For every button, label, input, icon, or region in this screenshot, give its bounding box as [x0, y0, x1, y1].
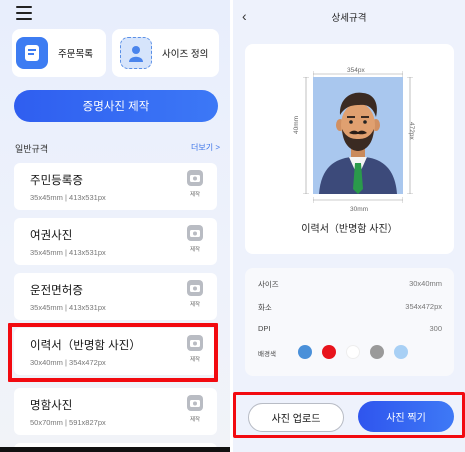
take-photo-button[interactable]: 사진 찍기: [358, 401, 454, 432]
height-px-label: 472px: [408, 122, 415, 140]
spec-table: 사이즈 30x40mm 화소 354x472px DPI 300 배경색: [245, 268, 454, 376]
bg-swatch-light-blue[interactable]: [394, 345, 408, 359]
size-define-label: 사이즈 정의: [162, 49, 209, 60]
spec-card-drivers-license[interactable]: 운전면허증 35x45mm | 413x531px 제작: [14, 273, 217, 320]
photo-preview-card: 354px 40mm 472px 30mm 이력서（반명함 사진）: [245, 44, 454, 254]
width-mm-label: 30mm: [350, 206, 369, 213]
card-spec: 30x40mm | 354x472px: [30, 358, 106, 367]
portrait-photo: [313, 77, 403, 194]
order-list-label: 주문목록: [58, 49, 93, 60]
upload-photo-button[interactable]: 사진 업로드: [248, 403, 344, 432]
bg-swatch-blue[interactable]: [298, 345, 312, 359]
card-name: 운전면허증: [30, 285, 83, 297]
card-spec: 35x45mm | 413x531px: [30, 303, 106, 312]
spec-value-dpi: 300: [429, 324, 442, 333]
more-link[interactable]: 더보기 >: [191, 142, 220, 153]
size-define-icon: [120, 37, 152, 69]
camera-icon[interactable]: [187, 280, 203, 296]
spec-list-screen: 주문목록 사이즈 정의 증명사진 제작 일반규격 더보기 > 주민등록증 35x…: [0, 0, 230, 452]
bottom-bar: [0, 447, 230, 452]
make-label: 제작: [189, 192, 201, 198]
height-mm-line: [303, 77, 309, 194]
make-label: 제작: [189, 302, 201, 308]
card-spec: 35x45mm | 413x531px: [30, 193, 106, 202]
camera-icon[interactable]: [187, 395, 203, 411]
bg-color-label: 배경색: [258, 351, 276, 358]
card-name: 여권사진: [30, 230, 73, 242]
action-bar-highlight: 사진 업로드 사진 찍기: [233, 392, 465, 438]
bg-swatch-red[interactable]: [322, 345, 336, 359]
make-label: 제작: [189, 247, 201, 253]
card-name: 이력서（반명함 사진）: [30, 340, 141, 352]
make-label: 제작: [189, 357, 201, 363]
camera-icon[interactable]: [187, 225, 203, 241]
bg-swatch-white[interactable]: [346, 345, 360, 359]
width-mm-line: [313, 197, 403, 203]
spec-card-resume[interactable]: 이력서（반명함 사진） 30x40mm | 354x472px 제작: [14, 328, 217, 375]
order-list-icon: [16, 37, 48, 69]
spec-value-size: 30x40mm: [409, 279, 442, 288]
card-spec: 50x70mm | 591x827px: [30, 418, 106, 427]
spec-key-size: 사이즈: [258, 280, 279, 289]
spec-detail-screen: ‹ 상세규격 354px 40mm 472px 30mm 이력서（반명함 사진）…: [233, 0, 465, 452]
card-spec: 35x45mm | 413x531px: [30, 248, 106, 257]
card-name: 명함사진: [30, 400, 73, 412]
spec-key-dpi: DPI: [258, 324, 271, 333]
spec-key-pixels: 화소: [258, 303, 272, 312]
spec-card-business-card[interactable]: 명함사진 50x70mm | 591x827px 제작: [14, 388, 217, 435]
page-title: 상세규격: [331, 13, 367, 24]
make-id-photo-button[interactable]: 증명사진 제작: [14, 90, 218, 122]
make-label: 제작: [189, 417, 201, 423]
menu-icon[interactable]: [16, 6, 32, 20]
card-name: 주민등록증: [30, 175, 83, 187]
spec-card-passport[interactable]: 여권사진 35x45mm | 413x531px 제작: [14, 218, 217, 265]
spec-card-resident-id[interactable]: 주민등록증 35x45mm | 413x531px 제작: [14, 163, 217, 210]
preview-caption: 이력서（반명함 사진）: [301, 224, 398, 235]
bg-swatch-gray[interactable]: [370, 345, 384, 359]
spec-value-pixels: 354x472px: [405, 302, 442, 311]
size-define-button[interactable]: 사이즈 정의: [112, 29, 219, 77]
camera-icon[interactable]: [187, 170, 203, 186]
order-list-button[interactable]: 주문목록: [12, 29, 106, 77]
section-title: 일반규격: [15, 144, 49, 154]
camera-icon[interactable]: [187, 335, 203, 351]
height-mm-label: 40mm: [293, 115, 300, 134]
